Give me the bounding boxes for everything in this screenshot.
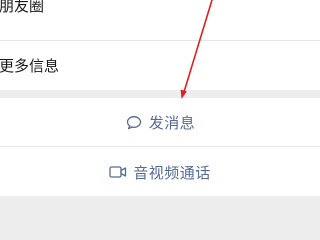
more-info-row[interactable]: 更多信息 [0, 45, 320, 85]
more-info-label: 更多信息 [0, 56, 60, 75]
video-camera-icon [109, 164, 127, 180]
actions-card: 发消息 音视频通话 [0, 98, 320, 196]
contact-profile-screen: 朋友圈 更多信息 发消息 音视频通话 [0, 0, 320, 240]
moments-row[interactable]: 朋友圈 [0, 0, 320, 25]
profile-info-card: 朋友圈 更多信息 [0, 0, 320, 90]
moments-label: 朋友圈 [0, 0, 45, 15]
chat-bubble-icon [125, 114, 143, 130]
action-divider [0, 146, 320, 147]
voice-video-call-button[interactable]: 音视频通话 [0, 148, 320, 196]
row-divider [0, 40, 320, 41]
send-message-label: 发消息 [148, 113, 196, 132]
send-message-button[interactable]: 发消息 [0, 98, 320, 146]
voice-video-call-label: 音视频通话 [133, 163, 211, 182]
